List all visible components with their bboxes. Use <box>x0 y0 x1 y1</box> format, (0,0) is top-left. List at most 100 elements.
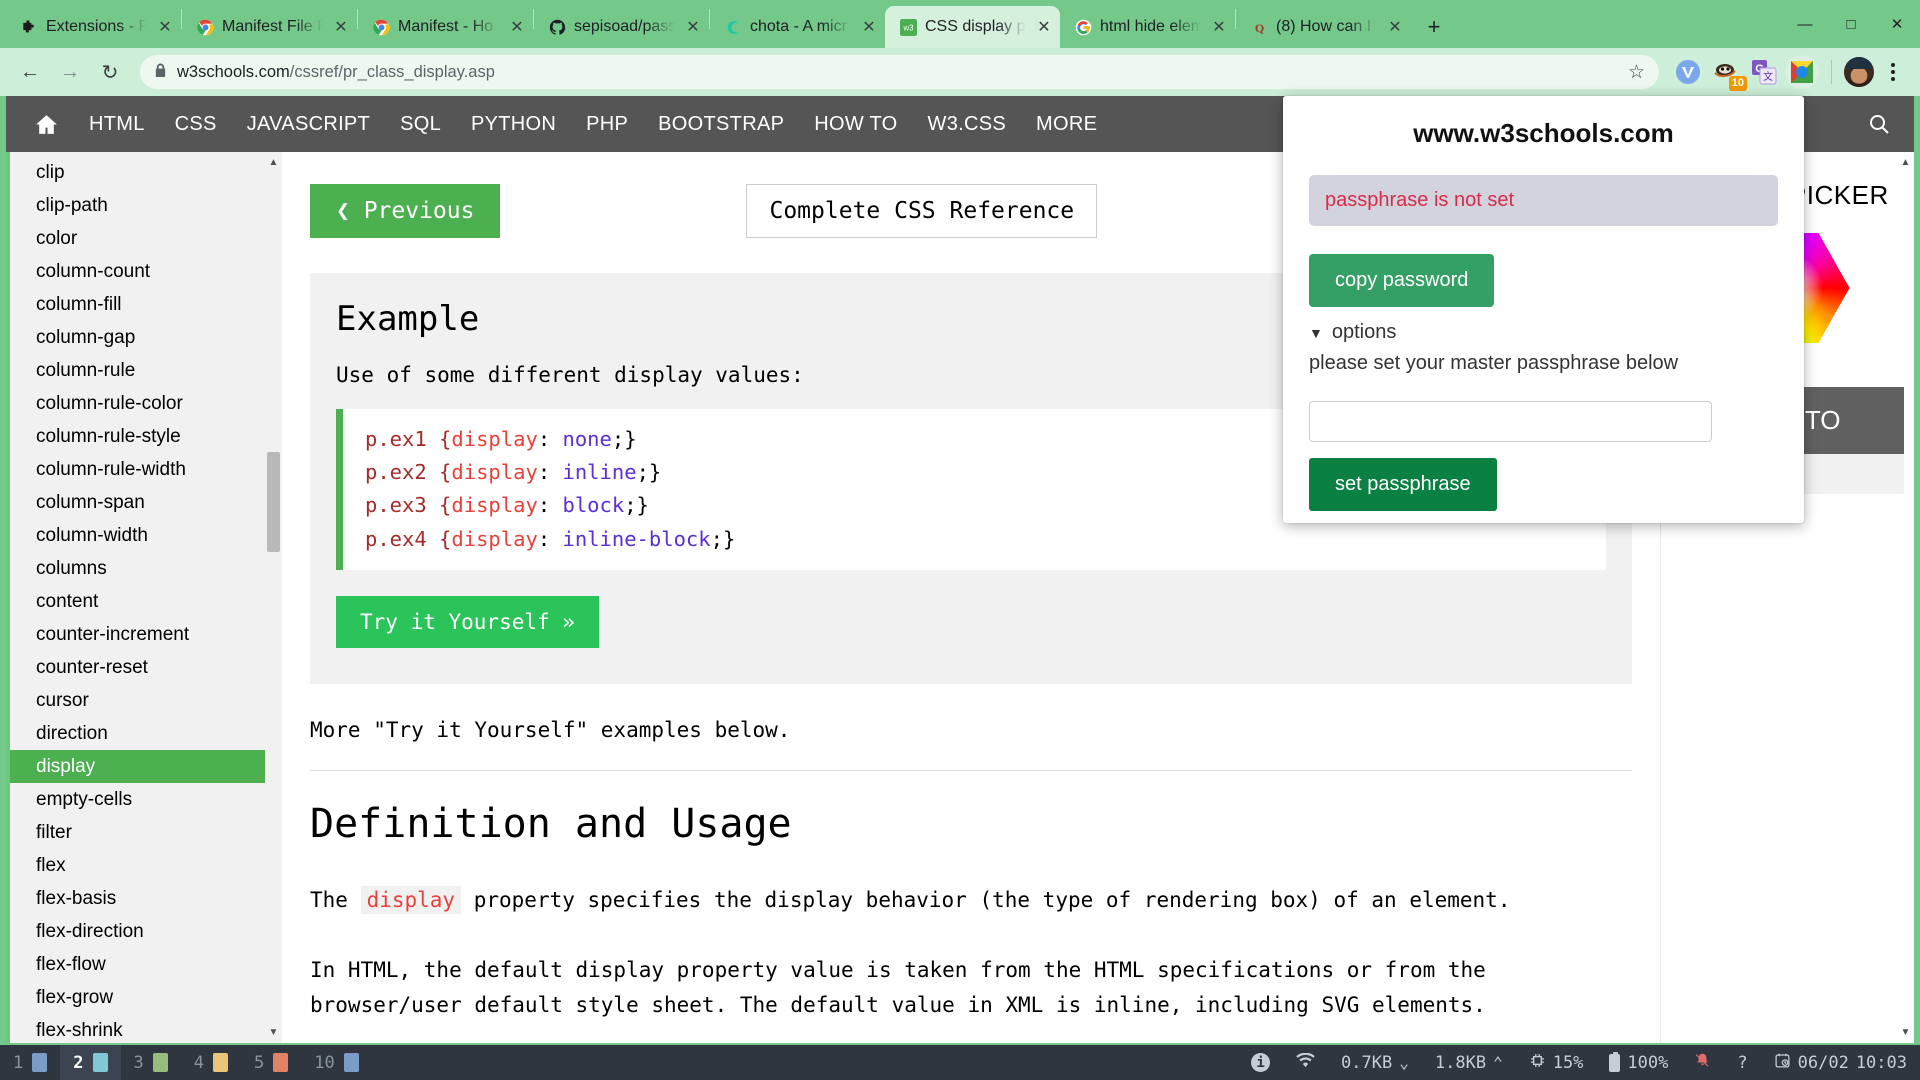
browser-tab[interactable]: Manifest - Ho ✕ <box>358 6 533 48</box>
passhub-extension-icon[interactable] <box>1785 55 1819 89</box>
home-icon[interactable] <box>18 96 74 152</box>
nav-item-python[interactable]: PYTHON <box>456 96 571 152</box>
nav-item-css[interactable]: CSS <box>160 96 232 152</box>
back-button[interactable]: ← <box>12 54 48 90</box>
scroll-down-icon[interactable]: ▼ <box>265 1024 282 1041</box>
sidebar-item-counter-increment[interactable]: counter-increment <box>10 618 282 651</box>
sidebar-item-column-rule[interactable]: column-rule <box>10 354 282 387</box>
cpu-item[interactable]: 15% <box>1516 1045 1597 1080</box>
vimium-extension-icon[interactable] <box>1671 55 1705 89</box>
set-passphrase-button[interactable]: set passphrase <box>1309 458 1497 511</box>
workspace-2[interactable]: 2 <box>60 1045 121 1080</box>
sidebar-item-filter[interactable]: filter <box>10 816 282 849</box>
sidebar-item-column-rule-width[interactable]: column-rule-width <box>10 453 282 486</box>
try-it-yourself-button[interactable]: Try it Yourself » <box>336 595 599 648</box>
browser-tab-active[interactable]: w3 CSS display pr ✕ <box>885 6 1060 48</box>
maximize-button[interactable]: □ <box>1828 4 1874 44</box>
clock-item[interactable]: 06/02 10:03 <box>1761 1045 1920 1080</box>
sidebar-item-column-rule-color[interactable]: column-rule-color <box>10 387 282 420</box>
sidebar-item-flex-flow[interactable]: flex-flow <box>10 948 282 981</box>
nav-item-php[interactable]: PHP <box>571 96 643 152</box>
sidebar-item-content[interactable]: content <box>10 585 282 618</box>
sidebar-item-empty-cells[interactable]: empty-cells <box>10 783 282 816</box>
sidebar-item-columns[interactable]: columns <box>10 552 282 585</box>
options-toggle[interactable]: ▼ options <box>1309 321 1778 344</box>
workspace-1[interactable]: 1 <box>0 1045 60 1080</box>
help-item[interactable]: ? <box>1724 1045 1760 1080</box>
css-properties-sidebar[interactable]: clip clip-path color column-count column… <box>6 152 282 1043</box>
complete-css-reference-button[interactable]: Complete CSS Reference <box>746 184 1098 238</box>
workspace-5[interactable]: 5 <box>241 1045 301 1080</box>
sidebar-item-flex-basis[interactable]: flex-basis <box>10 882 282 915</box>
nav-item-more[interactable]: MORE <box>1021 96 1112 152</box>
tab-close-icon[interactable]: ✕ <box>331 17 351 37</box>
forward-button[interactable]: → <box>52 54 88 90</box>
sidebar-scrollbar[interactable]: ▲ ▼ <box>265 152 282 1043</box>
sidebar-item-direction[interactable]: direction <box>10 717 282 750</box>
browser-tab[interactable]: Manifest File F ✕ <box>182 6 357 48</box>
sidebar-item-clip-path[interactable]: clip-path <box>10 189 282 222</box>
close-window-button[interactable]: ✕ <box>1874 4 1920 44</box>
reload-button[interactable]: ↻ <box>92 54 128 90</box>
sidebar-item-flex-shrink[interactable]: flex-shrink <box>10 1014 282 1043</box>
passphrase-input[interactable] <box>1309 401 1712 442</box>
sidebar-item-column-fill[interactable]: column-fill <box>10 288 282 321</box>
workspace-10[interactable]: 10 <box>301 1045 371 1080</box>
upload-rate-item[interactable]: 1.8KB ⌃ <box>1422 1045 1516 1080</box>
browser-tab[interactable]: html hide elem ✕ <box>1060 6 1235 48</box>
copy-password-button[interactable]: copy password <box>1309 254 1495 307</box>
scrollbar-thumb[interactable] <box>267 452 280 552</box>
nav-item-html[interactable]: HTML <box>74 96 160 152</box>
scroll-down-icon[interactable]: ▼ <box>1897 1024 1914 1041</box>
right-sidebar-scrollbar[interactable]: ▲ ▼ <box>1897 152 1914 1043</box>
sidebar-item-column-count[interactable]: column-count <box>10 255 282 288</box>
sidebar-item-clip[interactable]: clip <box>10 156 282 189</box>
tab-close-icon[interactable]: ✕ <box>859 17 879 37</box>
sidebar-item-flex[interactable]: flex <box>10 849 282 882</box>
info-tray-item[interactable]: i <box>1238 1045 1283 1080</box>
tampermonkey-extension-icon[interactable]: 10 <box>1709 55 1747 91</box>
sidebar-item-flex-grow[interactable]: flex-grow <box>10 981 282 1014</box>
bookmark-star-icon[interactable]: ☆ <box>1628 61 1645 84</box>
new-tab-button[interactable]: + <box>1417 10 1451 44</box>
nav-item-sql[interactable]: SQL <box>385 96 456 152</box>
sidebar-item-flex-direction[interactable]: flex-direction <box>10 915 282 948</box>
tab-close-icon[interactable]: ✕ <box>683 17 703 37</box>
sidebar-item-column-gap[interactable]: column-gap <box>10 321 282 354</box>
avatar[interactable] <box>1844 57 1874 87</box>
browser-tab[interactable]: sepisoad/pass ✕ <box>534 6 709 48</box>
address-bar[interactable]: w3schools.com/cssref/pr_class_display.as… <box>140 55 1659 89</box>
tab-close-icon[interactable]: ✕ <box>1034 17 1054 37</box>
sidebar-item-color[interactable]: color <box>10 222 282 255</box>
tab-close-icon[interactable]: ✕ <box>507 17 527 37</box>
tab-close-icon[interactable]: ✕ <box>1209 17 1229 37</box>
browser-tab[interactable]: Q (8) How can I ✕ <box>1236 6 1411 48</box>
notification-item[interactable] <box>1681 1045 1724 1080</box>
browser-tab[interactable]: chota - A micr ✕ <box>710 6 885 48</box>
nav-item-bootstrap[interactable]: BOOTSTRAP <box>643 96 799 152</box>
wifi-tray-item[interactable] <box>1283 1045 1328 1080</box>
sidebar-item-display[interactable]: display <box>10 750 282 783</box>
tab-close-icon[interactable]: ✕ <box>1385 17 1405 37</box>
browser-tab[interactable]: Extensions - P ✕ <box>6 6 181 48</box>
nav-item-w3css[interactable]: W3.CSS <box>913 96 1021 152</box>
previous-button[interactable]: ❮ Previous <box>310 184 501 238</box>
sidebar-item-cursor[interactable]: cursor <box>10 684 282 717</box>
nav-item-javascript[interactable]: JAVASCRIPT <box>232 96 385 152</box>
google-translate-extension-icon[interactable]: G文 <box>1747 55 1781 89</box>
sidebar-item-column-span[interactable]: column-span <box>10 486 282 519</box>
scroll-up-icon[interactable]: ▲ <box>265 154 282 171</box>
nav-item-howto[interactable]: HOW TO <box>799 96 912 152</box>
sidebar-item-column-width[interactable]: column-width <box>10 519 282 552</box>
scroll-up-icon[interactable]: ▲ <box>1897 154 1914 171</box>
chrome-menu-icon[interactable] <box>1878 55 1908 89</box>
download-rate-item[interactable]: 0.7KB ⌄ <box>1328 1045 1422 1080</box>
sidebar-item-column-rule-style[interactable]: column-rule-style <box>10 420 282 453</box>
workspace-3[interactable]: 3 <box>121 1045 181 1080</box>
battery-item[interactable]: 100% <box>1596 1045 1681 1080</box>
sidebar-item-counter-reset[interactable]: counter-reset <box>10 651 282 684</box>
minimize-button[interactable]: — <box>1782 4 1828 44</box>
workspace-4[interactable]: 4 <box>181 1045 241 1080</box>
tab-close-icon[interactable]: ✕ <box>155 17 175 37</box>
search-icon[interactable] <box>1844 96 1914 152</box>
